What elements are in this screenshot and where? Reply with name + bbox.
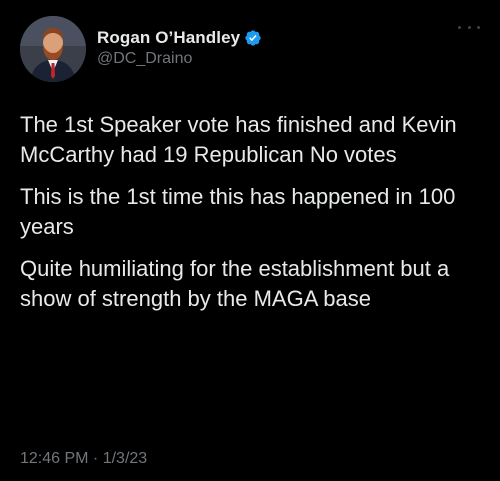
avatar[interactable] bbox=[20, 16, 86, 82]
more-dot bbox=[477, 25, 480, 29]
more-options-icon[interactable] bbox=[458, 22, 480, 32]
tweet: Rogan O’Handley @DC_Draino The 1st Speak… bbox=[0, 0, 500, 481]
author-display-name[interactable]: Rogan O’Handley bbox=[97, 28, 240, 48]
tweet-paragraph: This is the 1st time this has happened i… bbox=[20, 184, 456, 239]
tweet-paragraph: The 1st Speaker vote has finished and Ke… bbox=[20, 112, 457, 167]
author-handle[interactable]: @DC_Draino bbox=[97, 50, 262, 68]
tweet-paragraph: Quite humiliating for the establishment … bbox=[20, 256, 450, 311]
tweet-text: The 1st Speaker vote has finished and Ke… bbox=[20, 110, 490, 326]
author-names: Rogan O’Handley @DC_Draino bbox=[97, 28, 262, 68]
tweet-timestamp[interactable]: 12:46 PM · 1/3/23 bbox=[20, 450, 147, 468]
name-row: Rogan O’Handley bbox=[97, 28, 262, 48]
more-dot bbox=[458, 25, 461, 29]
avatar-photo bbox=[20, 16, 86, 82]
verified-badge-icon bbox=[245, 30, 261, 46]
more-dot bbox=[467, 25, 471, 29]
tweet-header: Rogan O’Handley @DC_Draino bbox=[20, 16, 480, 82]
